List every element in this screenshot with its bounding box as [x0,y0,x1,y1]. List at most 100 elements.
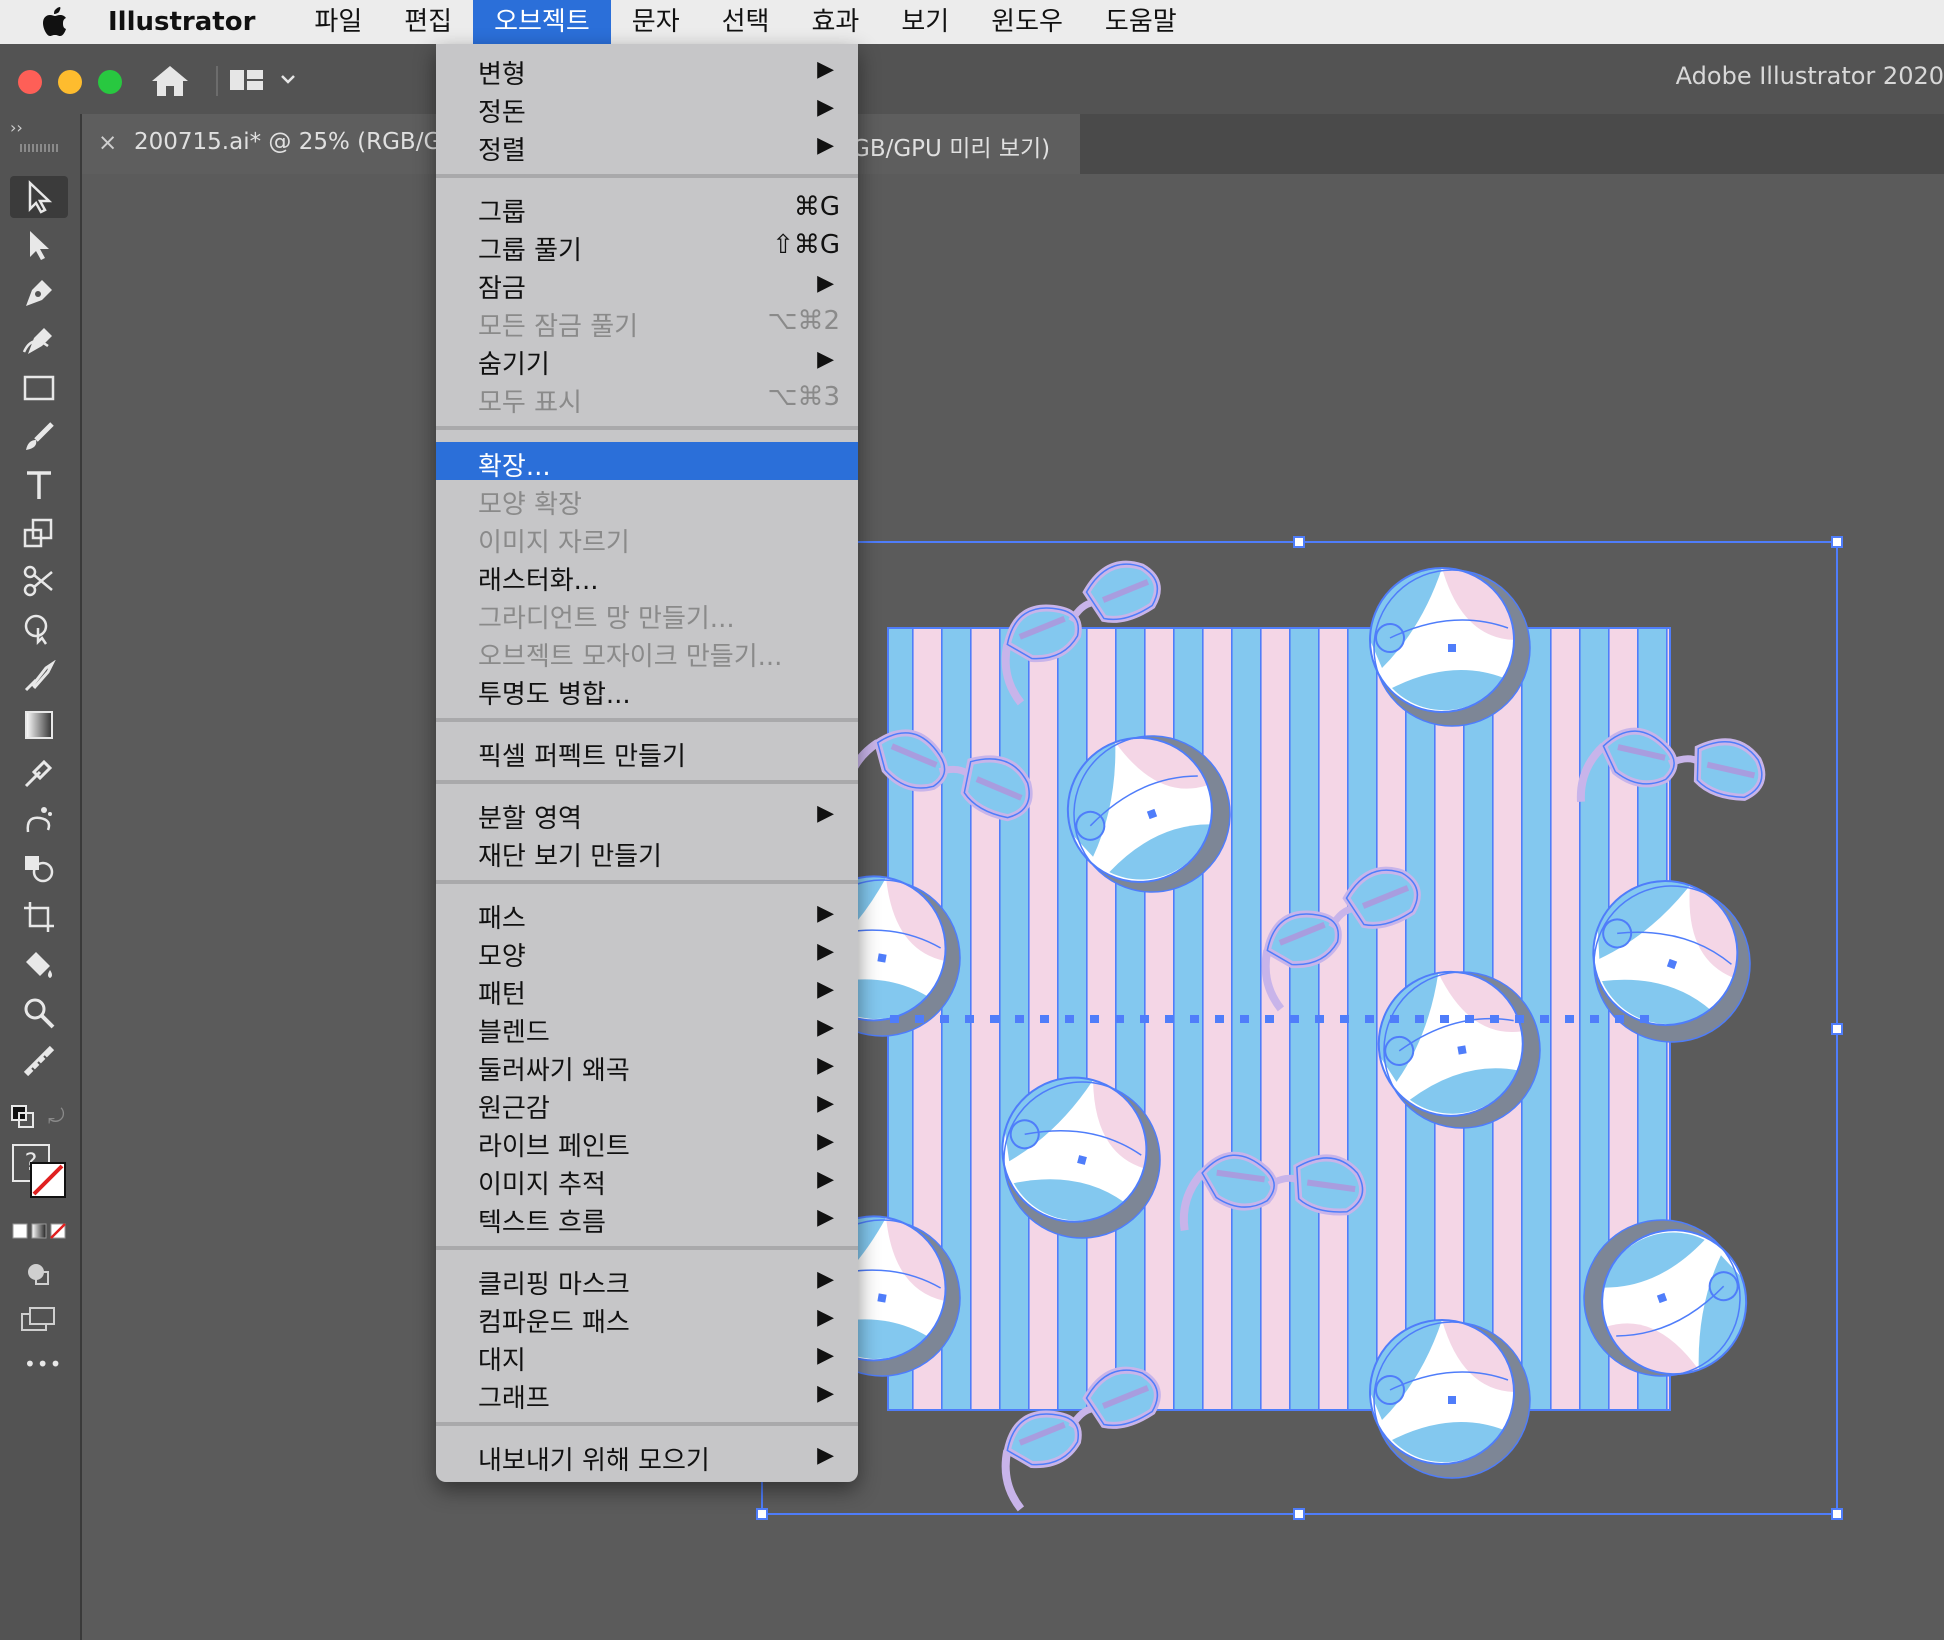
menu-item-compound-path[interactable]: 컴파운드 패스 ▶ [436,1298,858,1338]
menu-item-create-trim-marks[interactable]: 재단 보기 만들기 [436,832,858,872]
menu-window[interactable]: 윈도우 [970,0,1084,44]
menu-item-path[interactable]: 패스 ▶ [436,894,858,934]
menu-help[interactable]: 도움말 [1084,0,1198,44]
menu-item-shape[interactable]: 모양 ▶ [436,932,858,972]
menu-object[interactable]: 오브젝트 [473,0,611,44]
menu-item-hide[interactable]: 숨기기 ▶ [436,340,858,380]
menu-item-clipping-mask[interactable]: 클리핑 마스크 ▶ [436,1260,858,1300]
menu-item-text-wrap[interactable]: 텍스트 흐름 ▶ [436,1198,858,1238]
screen-mode-icon[interactable] [20,1304,58,1338]
shape-builder-tool-icon[interactable] [10,848,68,890]
shaper-tool-icon[interactable] [10,656,68,698]
selection-tool-icon[interactable] [10,176,68,218]
menu-item-flatten-transparency[interactable]: 투명도 병합... [436,670,858,710]
menu-item-image-trace[interactable]: 이미지 추적 ▶ [436,1160,858,1200]
menu-view[interactable]: 보기 [880,0,970,44]
menu-item-crop-image[interactable]: 이미지 자르기 [436,518,858,558]
menu-item-make-pixel-perfect[interactable]: 픽셀 퍼펙트 만들기 [436,732,858,772]
menu-item-artboards[interactable]: 대지 ▶ [436,1336,858,1376]
menu-separator [436,174,858,178]
menu-item-envelope-distort[interactable]: 둘러싸기 왜곡 ▶ [436,1046,858,1086]
close-window-button[interactable] [18,70,42,94]
canvas-area[interactable] [82,174,1944,1640]
menu-item-perspective[interactable]: 원근감 ▶ [436,1084,858,1124]
menu-item-lock[interactable]: 잠금 ▶ [436,264,858,304]
resize-handle[interactable] [1831,536,1843,548]
color-mode-icons[interactable] [12,1222,68,1246]
document-tab-title[interactable]: 200715.ai* @ 25% (RGB/G [134,129,441,155]
beach-ball[interactable] [1369,1319,1531,1479]
stroke-swatch-none-icon[interactable] [30,1162,66,1198]
artboard-tool-icon[interactable] [10,896,68,938]
fill-stroke-swatch[interactable]: ? [12,1144,68,1200]
symbol-sprayer-tool-icon[interactable] [10,800,68,842]
resize-handle[interactable] [1831,1508,1843,1520]
submenu-arrow-icon: ▶ [817,801,834,826]
menu-item-slice[interactable]: 분할 영역 ▶ [436,794,858,834]
menu-item-create-gradient-mesh[interactable]: 그라디언트 망 만들기... [436,594,858,634]
submenu-arrow-icon: ▶ [817,1015,834,1040]
submenu-arrow-icon: ▶ [817,901,834,926]
apple-icon[interactable] [42,7,96,37]
app-name-menu[interactable]: Illustrator [108,7,255,37]
workspace-switcher-icon[interactable] [230,66,300,100]
menu-type[interactable]: 문자 [611,0,701,44]
minimize-window-button[interactable] [58,70,82,94]
artwork[interactable] [82,174,1944,1640]
close-tab-icon[interactable]: × [98,130,117,156]
more-tools-icon[interactable]: ••• [24,1352,62,1376]
submenu-arrow-icon: ▶ [817,977,834,1002]
menu-item-blend[interactable]: 블렌드 ▶ [436,1008,858,1048]
drawing-mode-icon[interactable] [24,1260,54,1294]
submenu-arrow-icon: ▶ [817,347,834,372]
menu-item-expand[interactable]: 확장... [436,442,858,482]
menu-item-graph[interactable]: 그래프 ▶ [436,1374,858,1414]
submenu-arrow-icon: ▶ [817,1443,834,1468]
panel-grip[interactable] [20,144,60,152]
puppet-warp-tool-icon[interactable] [10,608,68,650]
curvature-tool-icon[interactable] [10,320,68,362]
menu-item-unlock-all[interactable]: 모든 잠금 풀기 ⌥⌘2 [436,302,858,342]
resize-handle[interactable] [1293,1508,1305,1520]
menu-select[interactable]: 선택 [701,0,791,44]
resize-handle[interactable] [1831,1023,1843,1035]
zoom-window-button[interactable] [98,70,122,94]
scissors-tool-icon[interactable] [10,560,68,602]
menu-item-expand-appearance[interactable]: 모양 확장 [436,480,858,520]
collapse-panel-icon[interactable]: ›› [10,118,23,137]
direct-selection-tool-icon[interactable] [10,224,68,266]
default-fill-stroke-icon[interactable] [10,1104,36,1134]
document-tab-title-tail[interactable]: GB/GPU 미리 보기) [852,129,1050,163]
paintbrush-tool-icon[interactable] [10,416,68,458]
resize-handle[interactable] [1293,536,1305,548]
menu-item-collect-for-export[interactable]: 내보내기 위해 모으기 ▶ [436,1436,858,1476]
menu-effect[interactable]: 효과 [790,0,880,44]
menu-item-create-object-mosaic[interactable]: 오브젝트 모자이크 만들기... [436,632,858,672]
type-tool-icon[interactable] [10,464,68,506]
pen-tool-icon[interactable] [10,272,68,314]
zoom-tool-icon[interactable] [10,992,68,1034]
menu-item-align[interactable]: 정렬 ▶ [436,126,858,166]
menu-item-live-paint[interactable]: 라이브 페인트 ▶ [436,1122,858,1162]
menu-item-group[interactable]: 그룹 ⌘G [436,188,858,228]
menu-item-ungroup[interactable]: 그룹 풀기 ⇧⌘G [436,226,858,266]
scale-tool-icon[interactable] [10,512,68,554]
menu-edit[interactable]: 편집 [383,0,473,44]
submenu-arrow-icon: ▶ [817,1053,834,1078]
menu-item-arrange[interactable]: 정돈 ▶ [436,88,858,128]
menu-item-transform[interactable]: 변형 ▶ [436,50,858,90]
document-tab-bar: × 200715.ai* @ 25% (RGB/G GB/GPU 미리 보기) [82,114,1944,174]
rectangle-tool-icon[interactable] [10,368,68,410]
menu-item-pattern[interactable]: 패턴 ▶ [436,970,858,1010]
menu-file[interactable]: 파일 [293,0,383,44]
app-title: Adobe Illustrator 2020 [1675,62,1944,90]
eyedropper-tool-icon[interactable] [10,752,68,794]
menu-item-show-all[interactable]: 모두 표시 ⌥⌘3 [436,378,858,418]
measure-tool-icon[interactable] [10,1040,68,1082]
gradient-tool-icon[interactable] [10,704,68,746]
swap-fill-stroke-icon[interactable]: ⤾ [48,1104,65,1128]
live-paint-tool-icon[interactable] [10,944,68,986]
home-icon[interactable] [150,64,190,102]
menu-item-rasterize[interactable]: 래스터화... [436,556,858,596]
resize-handle[interactable] [756,1508,768,1520]
